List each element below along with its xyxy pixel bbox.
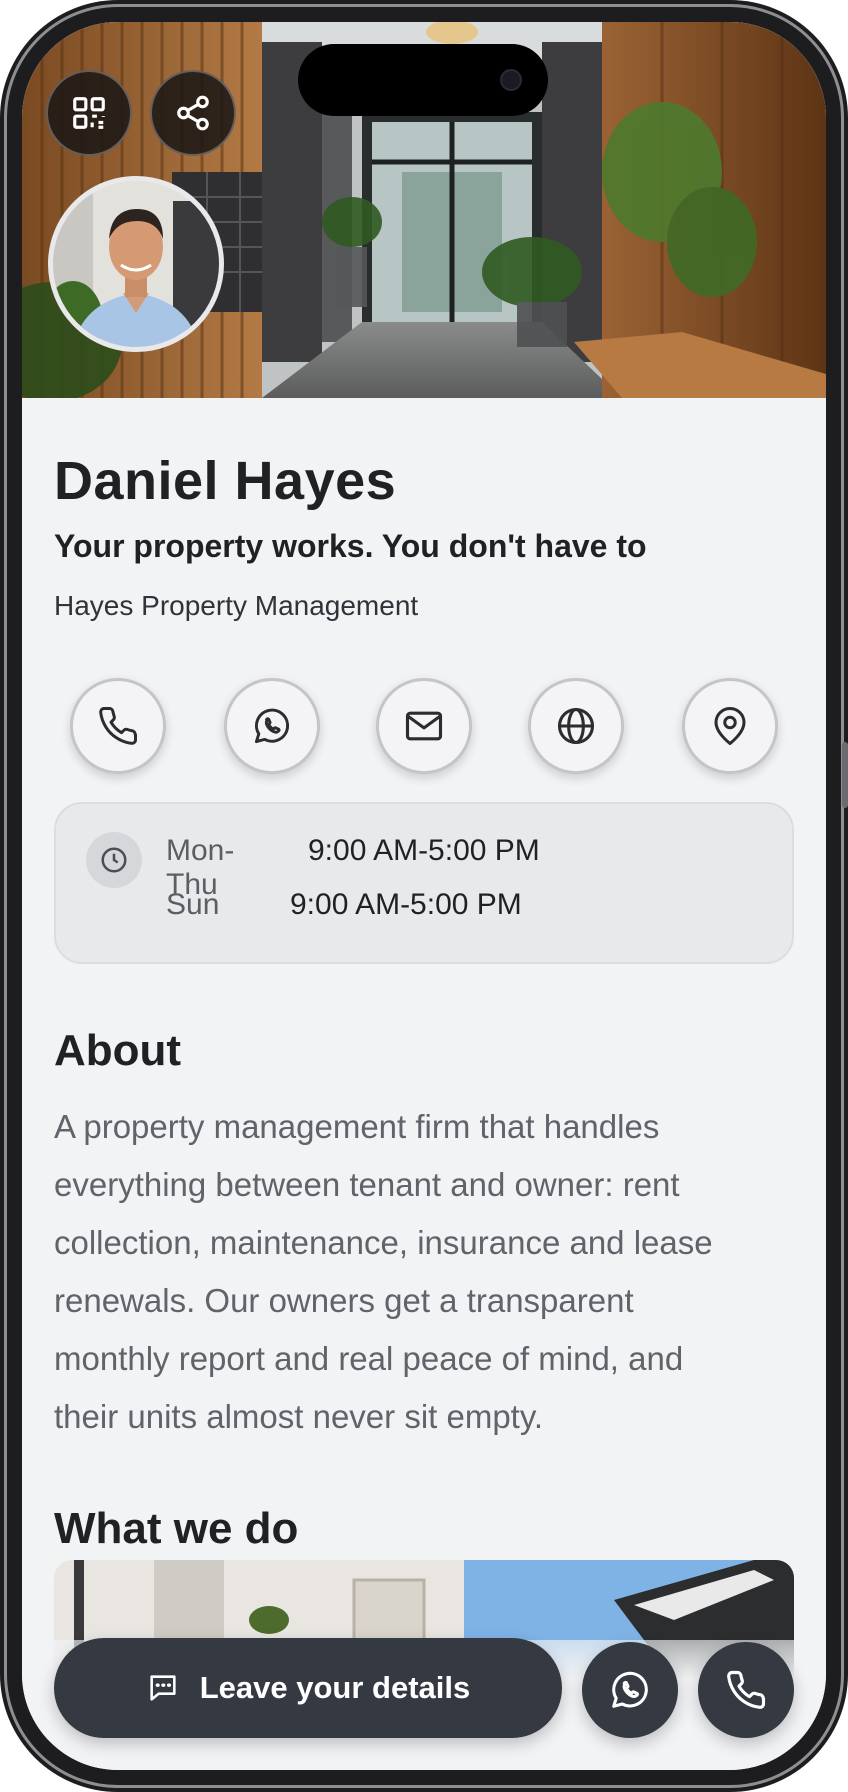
mail-icon xyxy=(405,711,443,741)
call-button[interactable] xyxy=(70,678,166,774)
company-name: Hayes Property Management xyxy=(54,590,419,621)
about-line: A property management firm that handles xyxy=(54,1108,660,1145)
clock-icon xyxy=(101,847,127,873)
profile-name: Daniel Hayes xyxy=(54,451,397,511)
profile-photo xyxy=(53,181,219,347)
camera-icon xyxy=(500,69,522,91)
about-text: A property management firm that handles … xyxy=(54,1098,794,1446)
bottom-call-button[interactable] xyxy=(698,1642,794,1738)
profile-tagline: Your property works. You don't have to xyxy=(54,528,647,564)
about-heading: About xyxy=(54,1026,182,1075)
email-button[interactable] xyxy=(376,678,472,774)
qr-code-button[interactable] xyxy=(46,70,132,156)
clock-badge xyxy=(86,832,142,888)
side-button xyxy=(842,742,848,808)
hours-time: 9:00 AM-5:00 PM xyxy=(290,888,522,921)
website-button[interactable] xyxy=(528,678,624,774)
services-heading: What we do xyxy=(54,1504,299,1553)
avatar xyxy=(48,176,224,352)
about-line: collection, maintenance, insurance and l… xyxy=(54,1224,713,1261)
phone-icon xyxy=(99,707,137,745)
whatsapp-icon xyxy=(612,1671,648,1708)
about-line: their units almost never sit empty. xyxy=(54,1398,544,1435)
share-icon xyxy=(177,95,209,131)
share-button[interactable] xyxy=(150,70,236,156)
whatsapp-button[interactable] xyxy=(224,678,320,774)
globe-icon xyxy=(557,707,595,745)
leave-details-button[interactable]: Leave your details xyxy=(54,1638,562,1738)
phone-icon xyxy=(727,1670,766,1709)
cover-image xyxy=(22,22,826,398)
map-pin-icon xyxy=(714,707,746,745)
business-hours-card: Mon-Thu 9:00 AM-5:00 PM Sun 9:00 AM-5:00… xyxy=(54,802,794,964)
location-button[interactable] xyxy=(682,678,778,774)
about-line: everything between tenant and owner: ren… xyxy=(54,1166,680,1203)
about-line: renewals. Our owners get a transparent xyxy=(54,1282,634,1319)
about-line: monthly report and real peace of mind, a… xyxy=(54,1340,684,1377)
hours-day: Sun xyxy=(166,888,220,921)
screen: Daniel Hayes Your property works. You do… xyxy=(22,22,826,1770)
contact-actions xyxy=(54,678,794,778)
dynamic-island xyxy=(298,44,548,116)
phone-frame: Daniel Hayes Your property works. You do… xyxy=(0,0,848,1792)
bottom-whatsapp-button[interactable] xyxy=(582,1642,678,1738)
chat-icon xyxy=(150,1675,176,1701)
qr-code-icon xyxy=(73,97,105,129)
hours-time: 9:00 AM-5:00 PM xyxy=(308,834,540,867)
leave-details-label: Leave your details xyxy=(199,1670,471,1705)
whatsapp-icon xyxy=(254,708,290,744)
